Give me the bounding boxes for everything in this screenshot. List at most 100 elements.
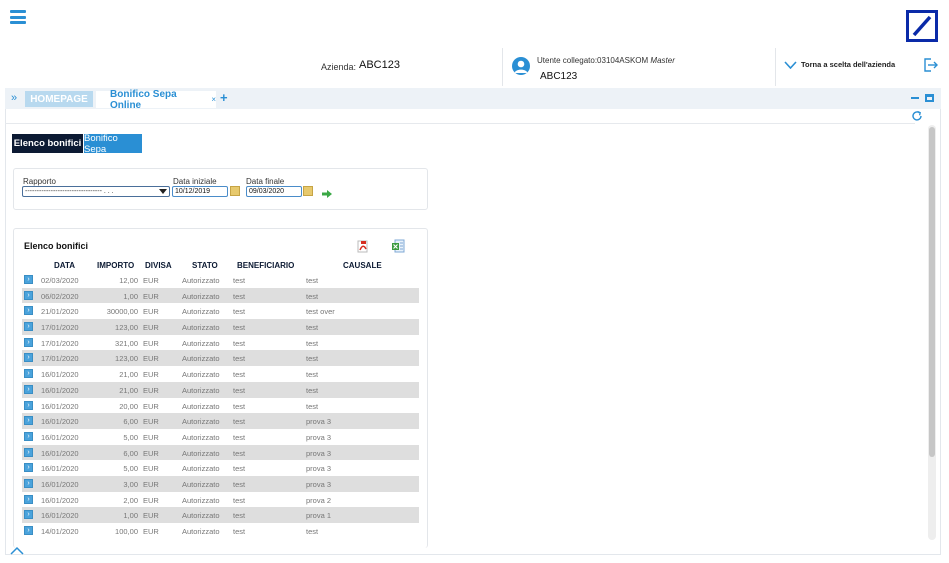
arrow-right-icon[interactable] <box>321 186 333 198</box>
expand-row-icon[interactable]: › <box>24 447 33 457</box>
table-row[interactable]: › 16/01/2020 2,00 EUR Autorizzato test prova 2 <box>22 492 419 508</box>
maximize-icon[interactable] <box>925 94 934 102</box>
data-iniziale-label: Data iniziale <box>173 177 217 186</box>
chevron-up-icon[interactable] <box>10 543 24 555</box>
data-finale-label: Data finale <box>246 177 285 186</box>
table-row[interactable]: › 06/02/2020 1,00 EUR Autorizzato test test <box>22 287 419 304</box>
expand-row-icon[interactable]: › <box>24 478 33 488</box>
azienda-value: ABC123 <box>359 59 400 71</box>
cell-importo: 30000,00 <box>106 307 138 317</box>
expand-row-icon[interactable]: › <box>24 290 33 300</box>
table-row[interactable]: › 16/01/2020 5,00 EUR Autorizzato test prova 3 <box>22 429 419 445</box>
data-iniziale-input[interactable]: 10/12/2019 <box>172 186 228 197</box>
cell-beneficiario: test <box>233 291 246 301</box>
cell-divisa: EUR <box>143 527 159 536</box>
subtab-bonifico-sepa[interactable]: Bonifico Sepa <box>84 133 142 155</box>
expand-row-icon[interactable]: › <box>24 353 33 363</box>
user-label-text: Utente collegato:03104ASKOM <box>537 56 649 65</box>
cell-data: 06/02/2020 <box>41 291 79 301</box>
cell-divisa: EUR <box>143 464 159 474</box>
hamburger-icon[interactable] <box>10 10 26 24</box>
minimize-icon[interactable] <box>911 97 919 99</box>
calendar-icon[interactable] <box>303 186 313 196</box>
expand-row-icon[interactable]: › <box>24 431 33 441</box>
cell-importo: 123,00 <box>115 323 138 333</box>
data-finale-input[interactable]: 09/03/2020 <box>246 186 302 197</box>
cell-importo: 5,00 <box>123 432 138 442</box>
cell-stato: Autorizzato <box>182 464 220 474</box>
cell-data: 17/01/2020 <box>41 354 79 364</box>
tab-bonifico-sepa-online[interactable]: Bonifico Sepa Online × <box>96 88 216 111</box>
refresh-icon[interactable] <box>911 109 923 121</box>
cell-importo: 321,00 <box>115 338 138 348</box>
torna-button[interactable]: Torna a scelta dell'azienda <box>784 60 895 69</box>
cell-causale: test <box>306 323 319 333</box>
expand-row-icon[interactable]: › <box>24 463 33 473</box>
expand-row-icon[interactable]: › <box>24 494 33 504</box>
cell-causale: test <box>306 354 319 364</box>
tab-toggle-icon[interactable]: » <box>11 92 17 104</box>
expand-row-icon[interactable]: › <box>24 306 33 316</box>
expand-row-icon[interactable]: › <box>24 384 33 394</box>
expand-row-icon[interactable]: › <box>24 400 33 410</box>
cell-causale: test <box>306 385 319 395</box>
expand-row-icon[interactable]: › <box>24 369 33 379</box>
cell-stato: Autorizzato <box>182 307 220 317</box>
logout-icon[interactable] <box>922 57 938 73</box>
excel-icon[interactable] <box>391 239 405 253</box>
cell-beneficiario: test <box>233 432 246 442</box>
cell-stato: Autorizzato <box>182 417 220 427</box>
pdf-icon[interactable] <box>357 240 369 253</box>
cell-data: 16/01/2020 <box>41 479 79 489</box>
tab-homepage[interactable]: HOMEPAGE <box>25 91 93 107</box>
table-row[interactable]: › 17/01/2020 123,00 EUR Autorizzato test test <box>22 319 419 335</box>
subtab-elenco-bonifici[interactable]: Elenco bonifici <box>12 134 83 153</box>
column-header-beneficiario: BENEFICIARIO <box>237 261 295 270</box>
table-row[interactable]: › 16/01/2020 21,00 EUR Autorizzato test test <box>22 366 419 382</box>
table-row[interactable]: › 16/01/2020 6,00 EUR Autorizzato test prova 3 <box>22 444 419 461</box>
table-row[interactable]: › 16/01/2020 5,00 EUR Autorizzato test prova 3 <box>22 460 419 476</box>
table-row[interactable]: › 17/01/2020 123,00 EUR Autorizzato test test <box>22 350 419 367</box>
add-tab-icon[interactable]: + <box>220 90 228 105</box>
cell-data: 17/01/2020 <box>41 323 79 333</box>
table-row[interactable]: › 16/01/2020 1,00 EUR Autorizzato test prova 1 <box>22 507 419 523</box>
user-label: Utente collegato:03104ASKOM Master <box>537 56 675 65</box>
tab-label: Bonifico Sepa Online <box>110 88 177 111</box>
cell-stato: Autorizzato <box>182 385 220 395</box>
cell-stato: Autorizzato <box>182 370 220 380</box>
dropdown-arrow-icon[interactable] <box>159 189 167 194</box>
table-row[interactable]: › 14/01/2020 100,00 EUR Autorizzato test test <box>22 523 419 539</box>
expand-row-icon[interactable]: › <box>24 275 33 284</box>
scrollbar-thumb[interactable] <box>929 127 935 457</box>
cell-importo: 6,00 <box>123 448 138 458</box>
cell-beneficiario: test <box>233 464 246 474</box>
user-value: ABC123 <box>540 71 578 82</box>
cell-beneficiario: test <box>233 276 246 285</box>
table-row[interactable]: › 02/03/2020 12,00 EUR Autorizzato test test <box>22 272 419 288</box>
cell-importo: 21,00 <box>119 385 138 395</box>
cell-divisa: EUR <box>143 276 159 285</box>
calendar-icon[interactable] <box>230 186 240 196</box>
cell-data: 17/01/2020 <box>41 338 79 348</box>
expand-row-icon[interactable]: › <box>24 416 33 426</box>
table-row[interactable]: › 16/01/2020 3,00 EUR Autorizzato test prova 3 <box>22 475 419 492</box>
expand-row-icon[interactable]: › <box>24 510 33 520</box>
table-row[interactable]: › 16/01/2020 21,00 EUR Autorizzato test test <box>22 381 419 398</box>
cell-data: 16/01/2020 <box>41 417 79 427</box>
column-header-importo: IMPORTO <box>97 261 135 270</box>
expand-row-icon[interactable]: › <box>24 337 33 347</box>
table-row[interactable]: › 21/01/2020 30000,00 EUR Autorizzato test tes… <box>22 303 419 319</box>
expand-row-icon[interactable]: › <box>24 526 33 535</box>
cell-divisa: EUR <box>143 417 159 427</box>
cell-causale: prova 2 <box>306 495 332 505</box>
table-row[interactable]: › 17/01/2020 321,00 EUR Autorizzato test test <box>22 335 419 351</box>
results-title: Elenco bonifici <box>24 241 89 251</box>
cell-beneficiario: test <box>233 527 246 536</box>
expand-row-icon[interactable]: › <box>24 322 33 332</box>
table-row[interactable]: › 16/01/2020 6,00 EUR Autorizzato test prova 3 <box>22 413 419 429</box>
cell-beneficiario: test <box>233 354 246 364</box>
close-icon[interactable]: × <box>211 95 216 104</box>
table-row[interactable]: › 16/01/2020 20,00 EUR Autorizzato test test <box>22 398 419 414</box>
rapporto-select[interactable]: --------------------------------- . . . <box>22 186 170 197</box>
header-divider <box>502 48 503 86</box>
